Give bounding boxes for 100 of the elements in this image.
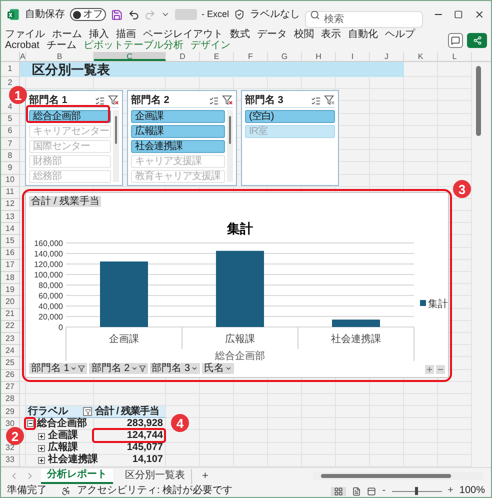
ribbon-tab[interactable]: 自動化 [348, 29, 378, 40]
row-header[interactable]: 26 [1, 370, 20, 382]
ribbon-tab[interactable]: ファイル [5, 29, 45, 40]
column-header[interactable]: C [94, 52, 166, 61]
undo-icon[interactable] [128, 8, 140, 20]
normal-view-button[interactable] [331, 486, 346, 496]
field-button[interactable]: 部門名 3 [150, 363, 200, 374]
row-header[interactable]: 21 [1, 308, 20, 321]
expand-icon[interactable] [38, 444, 45, 452]
page-break-icon[interactable] [367, 486, 376, 496]
row-header[interactable]: 18 [1, 272, 20, 284]
page-layout-icon[interactable] [352, 486, 362, 496]
row-header[interactable]: 10 [1, 174, 20, 187]
ribbon-tab[interactable]: 校閲 [294, 29, 314, 40]
row-header[interactable]: 33 [1, 454, 20, 467]
row-header[interactable]: 4 [1, 101, 20, 114]
ribbon-tab[interactable]: 数式 [230, 29, 250, 40]
row-header[interactable]: 16 [1, 248, 20, 260]
column-header[interactable]: K [404, 52, 438, 61]
search-field[interactable]: 検索 [304, 11, 423, 28]
sensitivity-label[interactable]: ラベルなし [250, 7, 300, 22]
row-header[interactable]: 1 [1, 62, 20, 77]
slicer-item[interactable]: 社会連携課 [131, 140, 225, 153]
ribbon-tab[interactable]: デザイン [190, 40, 230, 51]
row-header[interactable]: 2 [1, 77, 20, 90]
slicer-item[interactable]: 広報課 [131, 125, 225, 138]
ribbon-tab[interactable]: チーム [46, 40, 76, 51]
row-header[interactable]: 9 [1, 162, 20, 174]
column-header[interactable]: L [438, 52, 472, 61]
slicer-item[interactable]: 企画課 [131, 110, 225, 123]
field-button[interactable]: 部門名 2 [89, 363, 148, 374]
ribbon-tab[interactable]: ホーム [52, 29, 82, 40]
scrollbar[interactable] [113, 110, 119, 182]
column-header[interactable]: A [20, 52, 26, 61]
row-header[interactable]: 6 [1, 126, 20, 138]
field-button[interactable]: 部門名 1 [29, 363, 88, 374]
column-header[interactable]: J [370, 52, 404, 61]
multi-select-icon[interactable] [209, 96, 219, 106]
row-header[interactable]: 24 [1, 345, 20, 358]
row-header[interactable]: 13 [1, 211, 20, 224]
row-header[interactable]: 20 [1, 296, 20, 309]
row-header[interactable]: 17 [1, 260, 20, 272]
row-header[interactable]: 25 [1, 357, 20, 370]
value-field-button[interactable]: 合計 / 残業手当 [29, 196, 102, 207]
row-header[interactable]: 27 [1, 382, 20, 394]
clear-filter-icon[interactable] [324, 95, 335, 106]
ribbon-tab[interactable]: ピボットテーブル分析 [83, 40, 184, 51]
row-header[interactable]: 12 [1, 198, 20, 212]
add-sheet-button[interactable]: + [198, 470, 212, 482]
multi-select-icon[interactable] [311, 96, 321, 106]
autosave-toggle[interactable]: オフ [70, 8, 106, 21]
column-header[interactable]: H [302, 52, 336, 61]
comment-button[interactable] [448, 32, 463, 48]
clear-filter-icon[interactable] [108, 95, 119, 106]
ribbon-tab[interactable]: データ [257, 29, 287, 40]
ribbon-tab[interactable]: ヘルプ [385, 29, 415, 40]
column-header[interactable]: G [268, 52, 302, 61]
scrollbar[interactable] [227, 110, 233, 182]
zoom-slider[interactable] [392, 487, 442, 495]
ribbon-tab[interactable]: 挿入 [89, 29, 109, 40]
clear-filter-icon[interactable] [222, 95, 233, 106]
row-header[interactable]: 23 [1, 332, 20, 346]
horizontal-scrollbar[interactable] [313, 472, 483, 480]
row-header[interactable]: 15 [1, 235, 20, 248]
maximize-icon[interactable] [454, 10, 464, 19]
ribbon-tab[interactable]: ページレイアウト [143, 29, 223, 40]
column-header[interactable]: F [234, 52, 268, 61]
field-button[interactable]: 氏名 [202, 363, 234, 374]
row-header[interactable]: 29 [1, 406, 20, 418]
share-button[interactable] [467, 32, 487, 48]
column-header[interactable]: E [200, 52, 234, 61]
row-header[interactable]: 14 [1, 223, 20, 236]
row-header[interactable]: 32 [1, 442, 20, 455]
row-header[interactable]: 7 [1, 138, 20, 150]
multi-select-icon[interactable] [95, 96, 105, 106]
row-header[interactable]: 28 [1, 394, 20, 406]
customize-icon[interactable] [161, 10, 170, 19]
expand-icon[interactable] [38, 456, 45, 464]
collapse-icon[interactable] [27, 420, 34, 428]
chart-panel[interactable]: 集計 0 20,000 40,000 60,000 80,000 100,000 120,000 140,000 160,000 企画課 広報課 社会連携課 総合企画部 集計 合計 / 残業手当 部門名 1 部門名 2 部門名 3 氏名 [25, 192, 449, 378]
column-header[interactable]: I [336, 52, 370, 61]
sheet-tab[interactable]: 分析レポート [41, 468, 113, 484]
row-header[interactable]: 5 [1, 114, 20, 126]
row-header[interactable]: 8 [1, 150, 20, 162]
filter-dropdown-icon[interactable] [83, 407, 92, 416]
ribbon-tab[interactable]: Acrobat [5, 40, 40, 51]
column-header[interactable]: D [166, 52, 200, 61]
zoom-out-button[interactable]: - [382, 486, 386, 496]
save-icon[interactable] [110, 8, 123, 20]
row-header[interactable]: 22 [1, 320, 20, 333]
zoom-in-button[interactable]: + [448, 486, 454, 496]
expand-icon[interactable] [38, 432, 45, 440]
row-header[interactable]: 30 [1, 418, 20, 430]
ribbon-tab[interactable]: 表示 [321, 29, 341, 40]
row-header[interactable]: 19 [1, 284, 20, 296]
slicer-item[interactable]: (空白) [245, 110, 335, 123]
accessibility-status[interactable]: アクセシビリティ: 検討が必要です [77, 486, 233, 496]
ribbon-tab[interactable]: 描画 [116, 29, 136, 40]
row-header[interactable]: 11 [1, 186, 20, 199]
close-icon[interactable] [474, 9, 486, 20]
